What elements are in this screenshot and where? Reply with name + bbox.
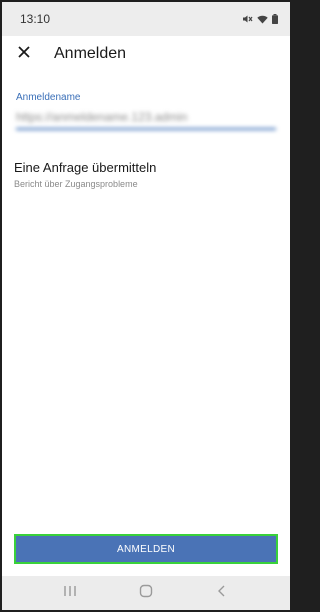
request-access-title: Eine Anfrage übermitteln: [14, 160, 157, 175]
close-icon: [18, 45, 30, 63]
home-icon: [139, 584, 153, 603]
recents-icon: [63, 584, 77, 602]
app-screen: 13:10 Anmelden Anmeldename https://anmel…: [2, 2, 290, 610]
username-label: Anmeldename: [16, 92, 81, 103]
page-title: Anmelden: [54, 45, 127, 62]
mute-icon: [242, 14, 253, 24]
close-button[interactable]: [14, 44, 34, 64]
recents-button[interactable]: [55, 578, 85, 608]
request-access-subtitle: Bericht über Zugangsprobleme: [14, 179, 138, 189]
status-time: 13:10: [20, 12, 51, 26]
status-icons: [242, 14, 278, 24]
battery-icon: [272, 14, 278, 24]
app-bar: Anmelden: [2, 36, 290, 72]
login-button[interactable]: ANMELDEN: [14, 534, 278, 564]
username-input[interactable]: [16, 106, 276, 130]
system-nav-bar: [2, 576, 290, 610]
username-field: Anmeldename: [16, 92, 278, 134]
back-button[interactable]: [207, 578, 237, 608]
home-button[interactable]: [131, 578, 161, 608]
back-icon: [217, 584, 227, 602]
wifi-icon: [257, 15, 268, 24]
status-bar: 13:10: [2, 2, 290, 36]
request-access-item[interactable]: Eine Anfrage übermitteln Bericht über Zu…: [14, 160, 276, 189]
